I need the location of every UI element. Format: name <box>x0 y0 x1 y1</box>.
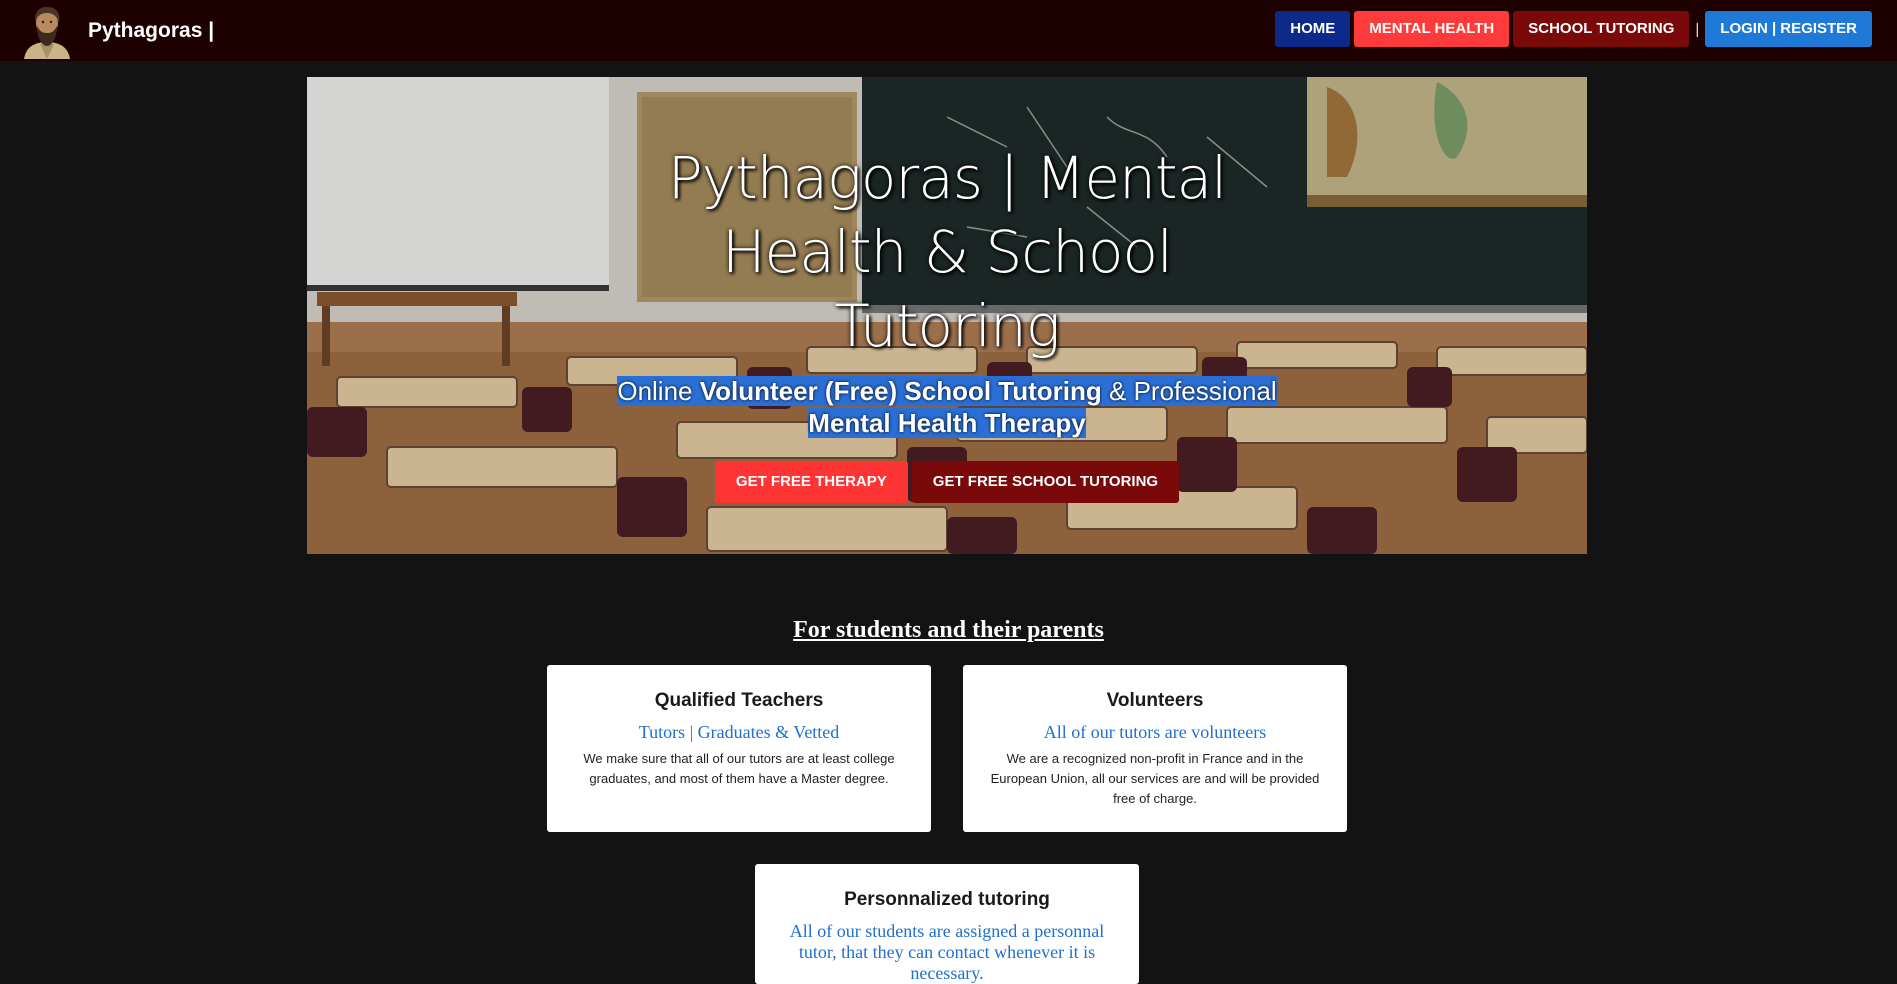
get-free-school-tutoring-button[interactable]: GET FREE SCHOOL TUTORING <box>911 461 1180 503</box>
hero-subtitle-therapy: Mental Health Therapy <box>808 408 1086 438</box>
get-free-therapy-button[interactable]: GET FREE THERAPY <box>714 461 908 503</box>
card-text: We are a recognized non-profit in France… <box>990 751 1320 806</box>
card-title: Volunteers <box>1106 690 1204 711</box>
nav-school-tutoring-button[interactable]: SCHOOL TUTORING <box>1513 11 1690 47</box>
feature-card-qualified-teachers: Qualified Teachers Tutors | Graduates & … <box>547 665 931 832</box>
nav-home-button[interactable]: HOME <box>1275 11 1351 47</box>
card-title: Qualified Teachers <box>654 690 824 711</box>
card-subtitle: Tutors | Graduates & Vetted <box>638 722 840 742</box>
card-subtitle: All of our tutors are volunteers <box>1043 722 1267 742</box>
feature-card-volunteers: Volunteers All of our tutors are volunte… <box>963 665 1347 832</box>
nav-mental-health-button[interactable]: MENTAL HEALTH <box>1354 11 1510 47</box>
card-text: We make sure that all of our tutors are … <box>583 751 895 786</box>
brand-name: Pythagoras | <box>88 19 215 42</box>
nav-separator: | <box>1695 20 1700 38</box>
hero-subtitle: Online Volunteer (Free) School Tutoring … <box>597 375 1297 439</box>
pythagoras-logo-icon <box>18 3 76 59</box>
brand-link[interactable]: Pythagoras | <box>18 3 214 59</box>
hero-subtitle-part3: & Professional <box>1101 376 1277 406</box>
main-nav: HOME MENTAL HEALTH SCHOOL TUTORING | LOG… <box>1275 11 1872 47</box>
top-navbar: Pythagoras | HOME MENTAL HEALTH SCHOOL T… <box>0 0 1897 61</box>
hero-title: Pythagoras | Mental Health & School Tuto… <box>667 144 1228 360</box>
hero-subtitle-part1: Online <box>617 376 700 406</box>
hero-actions: GET FREE THERAPY GET FREE SCHOOL TUTORIN… <box>307 461 1587 503</box>
nav-login-register-button[interactable]: LOGIN | REGISTER <box>1705 11 1872 47</box>
hero-banner: Pythagoras | Mental Health & School Tuto… <box>307 77 1587 554</box>
card-title: Personnalized tutoring <box>844 889 1050 910</box>
feature-card-personalized-tutoring: Personnalized tutoring All of our studen… <box>755 864 1139 984</box>
hero-subtitle-tutoring: Volunteer (Free) School Tutoring <box>699 376 1102 406</box>
section-title: For students and their parents <box>793 617 1104 643</box>
